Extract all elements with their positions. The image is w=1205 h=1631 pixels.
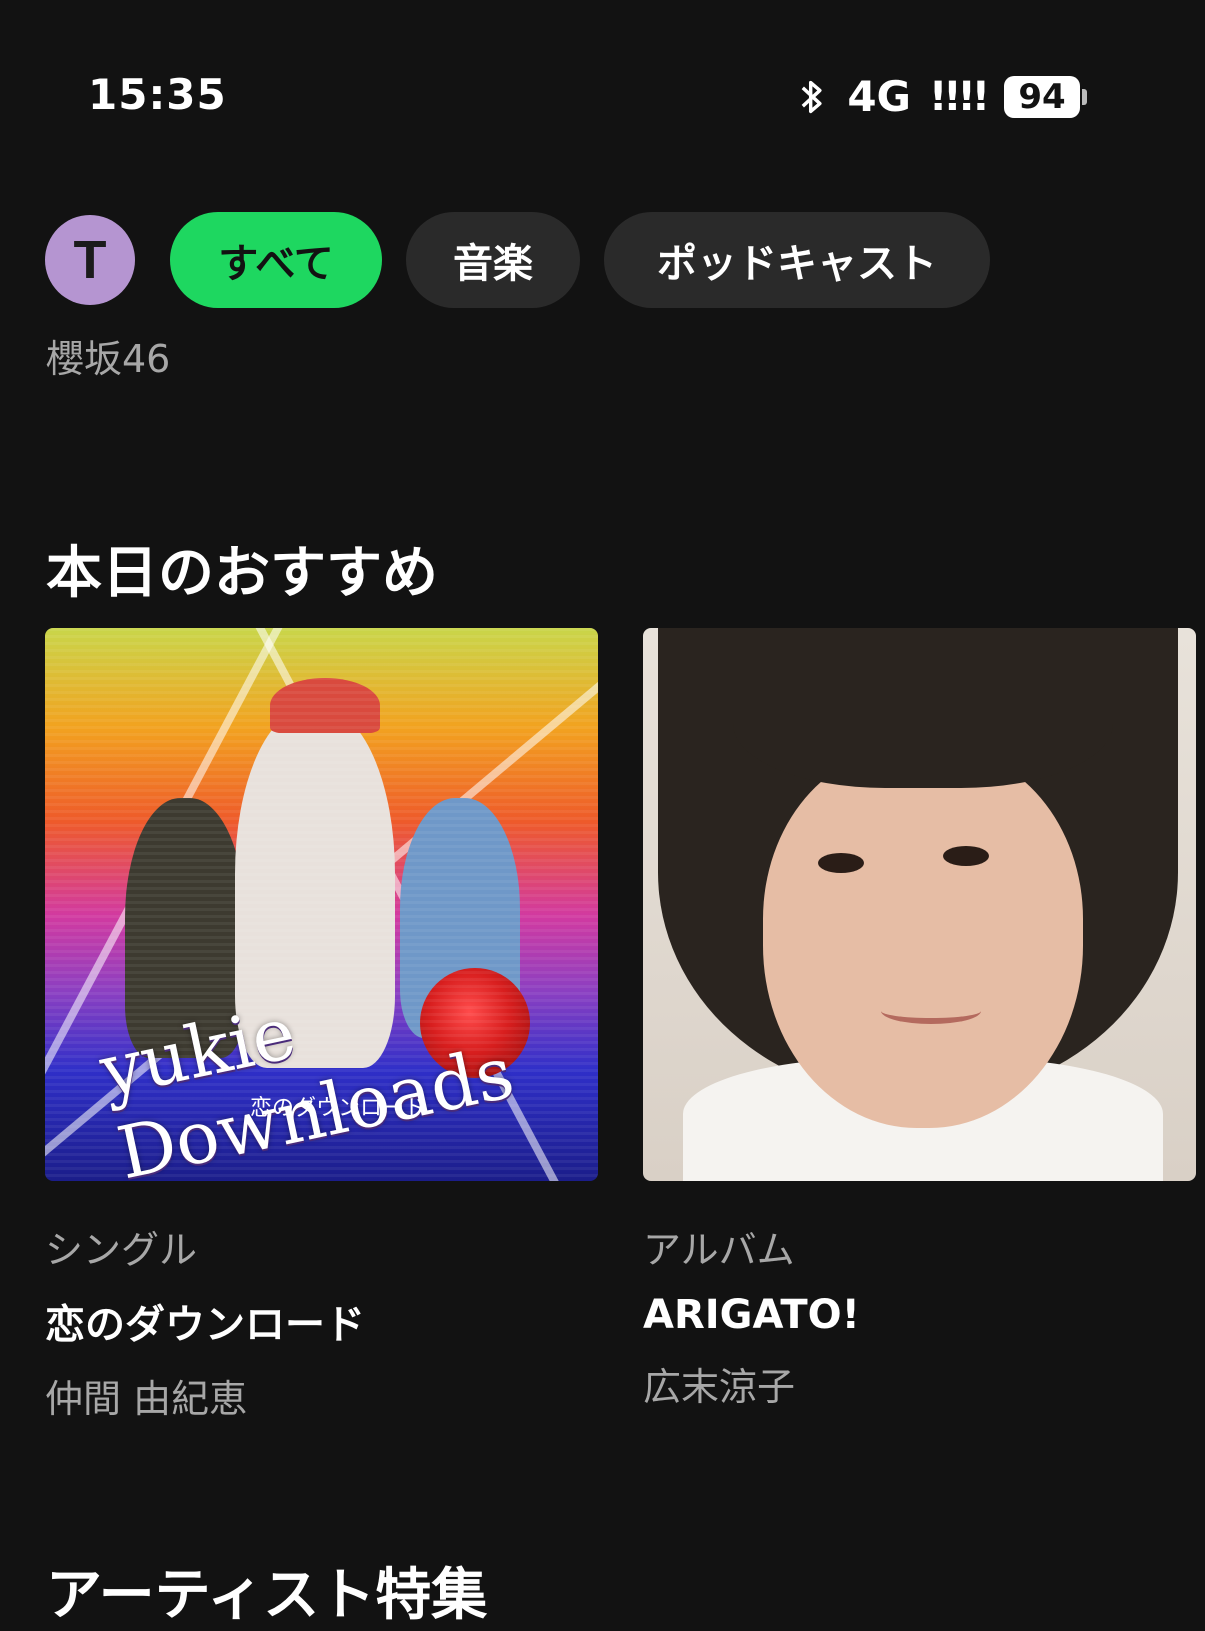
status-indicators: 4G !!!! 94 (795, 72, 1087, 121)
cover-bangs (733, 628, 1113, 788)
signal-strength-icon: !!!! (929, 73, 990, 120)
cover-face (763, 748, 1083, 1128)
status-time: 15:35 (88, 70, 227, 119)
card-artist[interactable]: 広末涼子 (643, 1356, 1196, 1411)
filter-chip-all[interactable]: すべて (170, 212, 382, 308)
battery-cap (1082, 88, 1087, 105)
section-title-recommendations: 本日のおすすめ (46, 541, 438, 606)
battery-icon: 94 (1004, 75, 1087, 118)
bluetooth-icon (801, 80, 822, 113)
card-title[interactable]: 恋のダウンロード (45, 1292, 598, 1350)
subtitle-text: 櫻坂46 (46, 337, 171, 381)
filter-chip-podcasts[interactable]: ポッドキャスト (604, 212, 990, 308)
card-artist[interactable]: 仲間 由紀恵 (45, 1368, 598, 1423)
section-title-artist-features: アーティスト特集 (46, 1563, 488, 1628)
card-title[interactable]: ARIGATO! (643, 1292, 1196, 1338)
cover-eye (818, 853, 864, 873)
cover-mouth (881, 998, 981, 1024)
filter-chip-music[interactable]: 音楽 (406, 212, 580, 308)
status-bar: 15:35 4G !!!! 94 (0, 0, 1205, 200)
battery-level: 94 (1004, 75, 1080, 118)
cover-logo-subtext: 恋のダウンロード (250, 1096, 427, 1121)
album-cover-image[interactable]: yukie Downloads 恋のダウンロード (45, 628, 598, 1181)
card-type-label: アルバム (643, 1228, 795, 1272)
cover-eye (943, 846, 989, 866)
album-cover-image[interactable] (643, 628, 1196, 1181)
card-type-label: シングル (45, 1228, 198, 1272)
network-type: 4G (847, 72, 912, 121)
profile-avatar[interactable]: T (45, 215, 135, 305)
filter-row: T すべて 音楽 ポッドキャスト (45, 212, 990, 308)
recommendation-card[interactable]: アルバム ARIGATO! 広末涼子 (643, 628, 1196, 1411)
recommendation-card[interactable]: yukie Downloads 恋のダウンロード シングル 恋のダウンロード 仲… (45, 628, 598, 1423)
